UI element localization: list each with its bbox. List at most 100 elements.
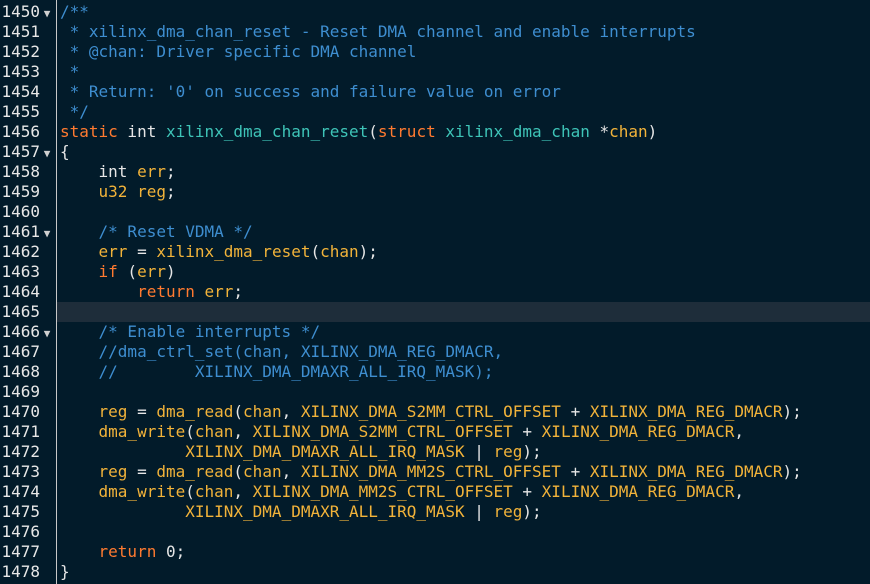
code-token-punct bbox=[60, 402, 99, 421]
line-number: 1476 bbox=[1, 522, 40, 541]
code-line[interactable] bbox=[57, 522, 870, 542]
code-token-punct: ( bbox=[117, 262, 138, 281]
code-token-punct: | bbox=[464, 442, 494, 461]
code-token-var: chan bbox=[243, 402, 282, 421]
gutter-row: 1472 bbox=[0, 442, 56, 462]
code-line[interactable]: return 0; bbox=[57, 542, 870, 562]
code-token-punct bbox=[60, 442, 185, 461]
code-line[interactable]: int err; bbox=[57, 162, 870, 182]
code-token-punct: ( bbox=[185, 422, 195, 441]
code-line[interactable]: /* Enable interrupts */ bbox=[57, 322, 870, 342]
gutter-row: 1468 bbox=[0, 362, 56, 382]
gutter-row: 1461 ▼ bbox=[0, 222, 56, 242]
fold-toggle-icon[interactable]: ▼ bbox=[40, 224, 54, 244]
code-line[interactable]: dma_write(chan, XILINX_DMA_S2MM_CTRL_OFF… bbox=[57, 422, 870, 442]
code-token-punct bbox=[60, 542, 99, 561]
code-token-punct: , bbox=[281, 402, 301, 421]
code-token-var: dma_read bbox=[156, 462, 234, 481]
line-number: 1468 bbox=[1, 362, 40, 381]
code-token-punct: ); bbox=[522, 502, 542, 521]
code-token-comment: * bbox=[60, 62, 80, 81]
code-token-punct: + bbox=[512, 482, 542, 501]
line-number: 1453 bbox=[1, 62, 40, 81]
code-line[interactable]: /* Reset VDMA */ bbox=[57, 222, 870, 242]
fold-toggle-icon[interactable]: ▼ bbox=[40, 144, 54, 164]
code-token-punct: 0; bbox=[156, 542, 186, 561]
current-code-line[interactable] bbox=[57, 302, 870, 322]
code-token-macro: XILINX_DMA_REG_DMACR bbox=[541, 422, 735, 441]
code-token-var: reg bbox=[493, 442, 523, 461]
code-line[interactable]: // XILINX_DMA_DMAXR_ALL_IRQ_MASK); bbox=[57, 362, 870, 382]
code-line[interactable]: */ bbox=[57, 102, 870, 122]
code-token-comment: /** bbox=[60, 2, 89, 21]
code-line[interactable]: err = xilinx_dma_reset(chan); bbox=[57, 242, 870, 262]
code-token-var: reg bbox=[98, 402, 128, 421]
code-token-var: chan bbox=[194, 422, 234, 441]
code-line[interactable]: * xilinx_dma_chan_reset - Reset DMA chan… bbox=[57, 22, 870, 42]
gutter-row: 1466 ▼ bbox=[0, 322, 56, 342]
fold-toggle-icon[interactable]: ▼ bbox=[40, 4, 54, 24]
code-token-punct: , bbox=[233, 422, 253, 441]
code-line[interactable]: XILINX_DMA_DMAXR_ALL_IRQ_MASK | reg); bbox=[57, 502, 870, 522]
line-number: 1460 bbox=[1, 202, 40, 221]
code-token-var: err bbox=[137, 262, 166, 281]
code-line[interactable]: reg = dma_read(chan, XILINX_DMA_MM2S_CTR… bbox=[57, 462, 870, 482]
gutter-row: 1477 bbox=[0, 542, 56, 562]
line-number: 1461 bbox=[1, 222, 40, 241]
code-token-macro: XILINX_DMA_MM2S_CTRL_OFFSET bbox=[252, 482, 513, 501]
code-token-comment: * Return: '0' on success and failure val… bbox=[60, 82, 561, 101]
gutter-row: 1454 bbox=[0, 82, 56, 102]
code-line[interactable]: return err; bbox=[57, 282, 870, 302]
code-token-comment: // XILINX_DMA_DMAXR_ALL_IRQ_MASK); bbox=[60, 362, 494, 381]
code-line[interactable]: u32 reg; bbox=[57, 182, 870, 202]
line-number: 1452 bbox=[1, 42, 40, 61]
line-number: 1457 bbox=[1, 142, 40, 161]
code-token-var: err bbox=[98, 242, 128, 261]
code-token-punct: | bbox=[464, 502, 494, 521]
code-line[interactable]: reg = dma_read(chan, XILINX_DMA_S2MM_CTR… bbox=[57, 402, 870, 422]
code-token-punct bbox=[60, 262, 99, 281]
gutter-row: 1459 bbox=[0, 182, 56, 202]
code-editor[interactable]: 1450 ▼ 1451 1452 1453 1454 1455 1456 1457 ▼ 1458 14… bbox=[0, 0, 870, 584]
code-token-var: dma_write bbox=[98, 422, 186, 441]
gutter-row: 1456 bbox=[0, 122, 56, 142]
code-token-var: dma_read bbox=[156, 402, 234, 421]
code-token-punct: = bbox=[127, 242, 157, 261]
line-number: 1474 bbox=[1, 482, 40, 501]
code-token-punct: ; bbox=[165, 182, 176, 201]
code-line[interactable] bbox=[57, 202, 870, 222]
code-token-macro: XILINX_DMA_S2MM_CTRL_OFFSET bbox=[300, 402, 561, 421]
code-token-punct bbox=[60, 502, 185, 521]
code-line[interactable]: * @chan: Driver specific DMA channel bbox=[57, 42, 870, 62]
code-token-punct: + bbox=[512, 422, 542, 441]
code-line[interactable]: { bbox=[57, 142, 870, 162]
gutter-row: 1467 bbox=[0, 342, 56, 362]
code-token-macro: XILINX_DMA_REG_DMACR bbox=[589, 402, 783, 421]
line-number: 1454 bbox=[1, 82, 40, 101]
code-token-punct bbox=[60, 482, 99, 501]
code-token-macro: XILINX_DMA_S2MM_CTRL_OFFSET bbox=[252, 422, 513, 441]
line-number: 1465 bbox=[1, 302, 40, 321]
code-token-punct: + bbox=[560, 462, 590, 481]
code-line[interactable]: static int xilinx_dma_chan_reset(struct … bbox=[57, 122, 870, 142]
gutter-row: 1464 bbox=[0, 282, 56, 302]
code-line[interactable]: * Return: '0' on success and failure val… bbox=[57, 82, 870, 102]
code-token-var: reg bbox=[98, 462, 128, 481]
code-line[interactable]: //dma_ctrl_set(chan, XILINX_DMA_REG_DMAC… bbox=[57, 342, 870, 362]
code-line[interactable]: if (err) bbox=[57, 262, 870, 282]
code-token-comment: */ bbox=[60, 102, 89, 121]
line-number: 1467 bbox=[1, 342, 40, 361]
code-token-punct: { bbox=[60, 142, 70, 161]
gutter-row: 1451 bbox=[0, 22, 56, 42]
code-line[interactable]: dma_write(chan, XILINX_DMA_MM2S_CTRL_OFF… bbox=[57, 482, 870, 502]
gutter-row: 1452 bbox=[0, 42, 56, 62]
code-area[interactable]: /** * xilinx_dma_chan_reset - Reset DMA … bbox=[57, 0, 870, 584]
code-token-var: chan bbox=[243, 462, 282, 481]
code-line[interactable] bbox=[57, 382, 870, 402]
code-token-macro: XILINX_DMA_DMAXR_ALL_IRQ_MASK bbox=[185, 502, 465, 521]
fold-toggle-icon[interactable]: ▼ bbox=[40, 324, 54, 344]
code-line[interactable]: /** bbox=[57, 2, 870, 22]
code-line[interactable]: * bbox=[57, 62, 870, 82]
code-line[interactable]: XILINX_DMA_DMAXR_ALL_IRQ_MASK | reg); bbox=[57, 442, 870, 462]
code-line[interactable]: } bbox=[57, 562, 870, 582]
